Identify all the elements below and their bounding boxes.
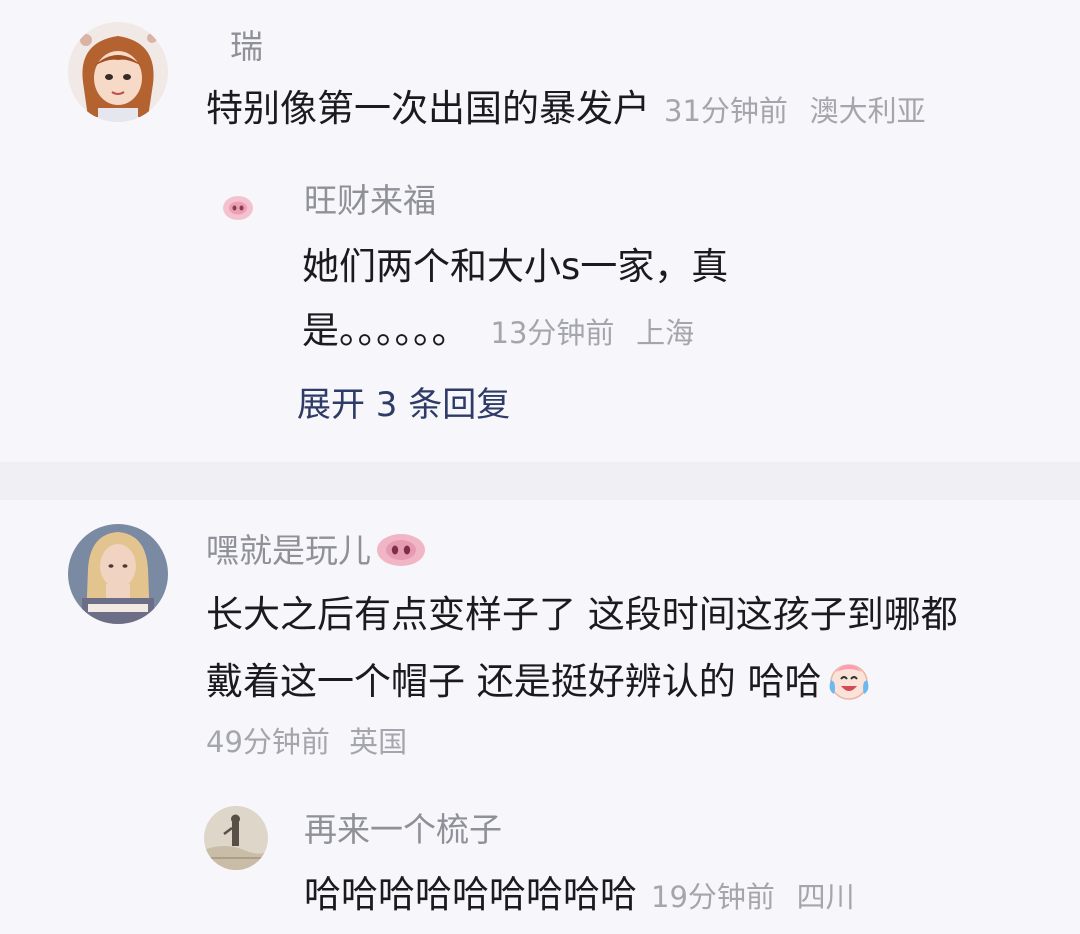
reply-location: 四川	[796, 880, 855, 914]
laughing-crying-emoji-icon	[829, 664, 868, 700]
comment-location: 英国	[349, 725, 408, 759]
reply-location: 上海	[636, 316, 695, 350]
avatar[interactable]	[68, 524, 168, 624]
comment-username[interactable]: 瑞	[230, 30, 263, 63]
comment-time: 31分钟前	[664, 94, 788, 128]
comment-text-line-1: 长大之后有点变样子了 这段时间这孩子到哪都	[206, 593, 958, 636]
blonde-woman-avatar-icon	[68, 524, 168, 624]
avatar[interactable]	[204, 806, 268, 870]
reply-time: 19分钟前	[651, 880, 775, 914]
sketch-figure-avatar-icon	[204, 806, 268, 870]
reply-username[interactable]: 再来一个梳子	[304, 813, 502, 846]
expand-replies-button[interactable]: 展开 3 条回复	[297, 388, 510, 422]
comment-location: 澳大利亚	[809, 94, 926, 128]
comment-meta: 49分钟前 英国	[206, 728, 407, 757]
reply-text-body: 哈哈哈哈哈哈哈哈哈	[304, 873, 637, 916]
comment-text-line-2: 戴着这一个帽子 还是挺好辨认的 哈哈	[206, 660, 872, 702]
pig-nose-icon	[377, 534, 425, 566]
cartoon-girl-avatar-icon	[68, 22, 168, 122]
avatar[interactable]	[222, 195, 254, 221]
reply-text-line-1: 她们两个和大小s一家，真	[302, 245, 729, 288]
comment-divider	[0, 462, 1080, 500]
comment-username-text: 嘿就是玩儿	[206, 531, 371, 570]
reply-text: 哈哈哈哈哈哈哈哈哈 19分钟前 四川	[304, 876, 855, 913]
reply-text-line-2: 是。。。。。。 13分钟前 上海	[302, 312, 694, 349]
avatar[interactable]	[68, 22, 168, 122]
pig-nose-avatar-icon	[223, 196, 253, 220]
comment-time: 49分钟前	[206, 725, 330, 759]
comment-text-body: 特别像第一次出国的暴发户	[206, 87, 650, 130]
comment-text: 特别像第一次出国的暴发户 31分钟前 澳大利亚	[206, 90, 926, 127]
comment-username[interactable]: 嘿就是玩儿	[206, 532, 427, 568]
reply-text-body: 是。。。。。。	[302, 309, 469, 352]
reply-username[interactable]: 旺财来福	[304, 184, 436, 217]
reply-time: 13分钟前	[490, 316, 615, 350]
comment-text-body: 戴着这一个帽子 还是挺好辨认的 哈哈	[206, 660, 822, 703]
